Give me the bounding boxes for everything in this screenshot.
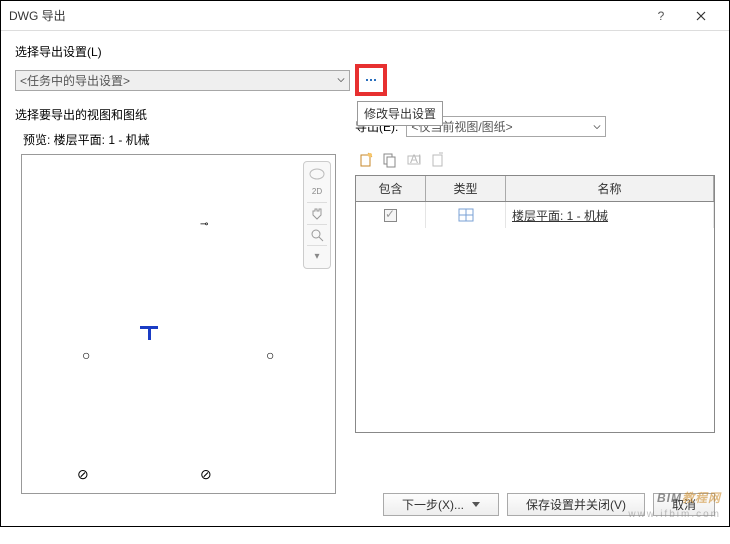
tooltip: 修改导出设置 — [357, 101, 443, 126]
preview-glyph: ○ — [82, 347, 90, 363]
grid-header: 包含 类型 名称 — [356, 176, 714, 202]
help-button[interactable]: ? — [641, 1, 681, 31]
hand-icon — [310, 206, 324, 220]
copy-icon — [382, 152, 398, 168]
view-zoom-button[interactable] — [307, 227, 327, 242]
save-close-button[interactable]: 保存设置并关闭(V) — [507, 493, 645, 516]
disc-icon — [308, 166, 326, 182]
col-name[interactable]: 名称 — [506, 176, 714, 201]
sheet-delete-icon — [430, 152, 446, 168]
preview-glyph: ⊘ — [200, 466, 212, 483]
checkbox-checked-icon[interactable] — [384, 209, 397, 222]
duplicate-button[interactable] — [381, 151, 399, 169]
dialog-buttons: 下一步(X)... 保存设置并关闭(V) 取消 — [383, 493, 715, 516]
views-grid: 包含 类型 名称 楼层平面: 1 - 机械 — [355, 175, 715, 433]
svg-text:AI: AI — [410, 152, 421, 166]
preview-label: 预览: 楼层平面: 1 - 机械 — [23, 131, 335, 148]
cancel-button[interactable]: 取消 — [653, 493, 715, 516]
cell-type — [426, 202, 506, 228]
view-pan-button[interactable] — [307, 206, 327, 221]
view-2d-button[interactable] — [307, 166, 327, 182]
preview-glyph: ⊸ — [200, 219, 208, 230]
close-button[interactable] — [681, 1, 721, 31]
preview-glyph: ○ — [266, 347, 274, 363]
grid-body[interactable]: 楼层平面: 1 - 机械 — [356, 202, 714, 432]
view-toolbar: 2D ▾ — [303, 161, 331, 269]
new-sheet-icon — [358, 152, 374, 168]
chevron-down-icon — [337, 73, 345, 87]
combo-value: <任务中的导出设置> — [20, 72, 130, 89]
view-more-button[interactable]: ▾ — [307, 249, 327, 264]
ellipsis-icon — [366, 79, 376, 81]
preview-glyph: ⊘ — [77, 466, 89, 483]
preview-canvas[interactable]: 2D ▾ ○ ⊸ ○ ⊘ ⊘ — [21, 154, 336, 494]
rename-icon: AI — [406, 152, 422, 168]
list-toolbar: AI — [355, 151, 715, 169]
window-title: DWG 导出 — [9, 7, 641, 24]
cell-include[interactable] — [356, 202, 426, 228]
title-bar: DWG 导出 ? — [1, 1, 729, 31]
chevron-down-icon — [593, 120, 601, 134]
modify-export-settings-button[interactable] — [355, 64, 387, 96]
magnifier-icon — [310, 228, 324, 242]
table-row[interactable]: 楼层平面: 1 - 机械 — [356, 202, 714, 228]
select-views-label: 选择要导出的视图和图纸 — [15, 106, 335, 123]
select-export-settings-label: 选择导出设置(L) — [15, 43, 715, 60]
col-type[interactable]: 类型 — [426, 176, 506, 201]
col-include[interactable]: 包含 — [356, 176, 426, 201]
cell-name[interactable]: 楼层平面: 1 - 机械 — [506, 202, 714, 228]
rename-button[interactable]: AI — [405, 151, 423, 169]
export-settings-combo[interactable]: <任务中的导出设置> — [15, 70, 350, 91]
delete-button[interactable] — [429, 151, 447, 169]
next-button[interactable]: 下一步(X)... — [383, 493, 499, 516]
view-2d-label: 2D — [307, 184, 327, 199]
floorplan-icon — [458, 208, 474, 222]
preview-tee-marker — [140, 326, 158, 340]
close-icon — [696, 11, 706, 21]
new-set-button[interactable] — [357, 151, 375, 169]
